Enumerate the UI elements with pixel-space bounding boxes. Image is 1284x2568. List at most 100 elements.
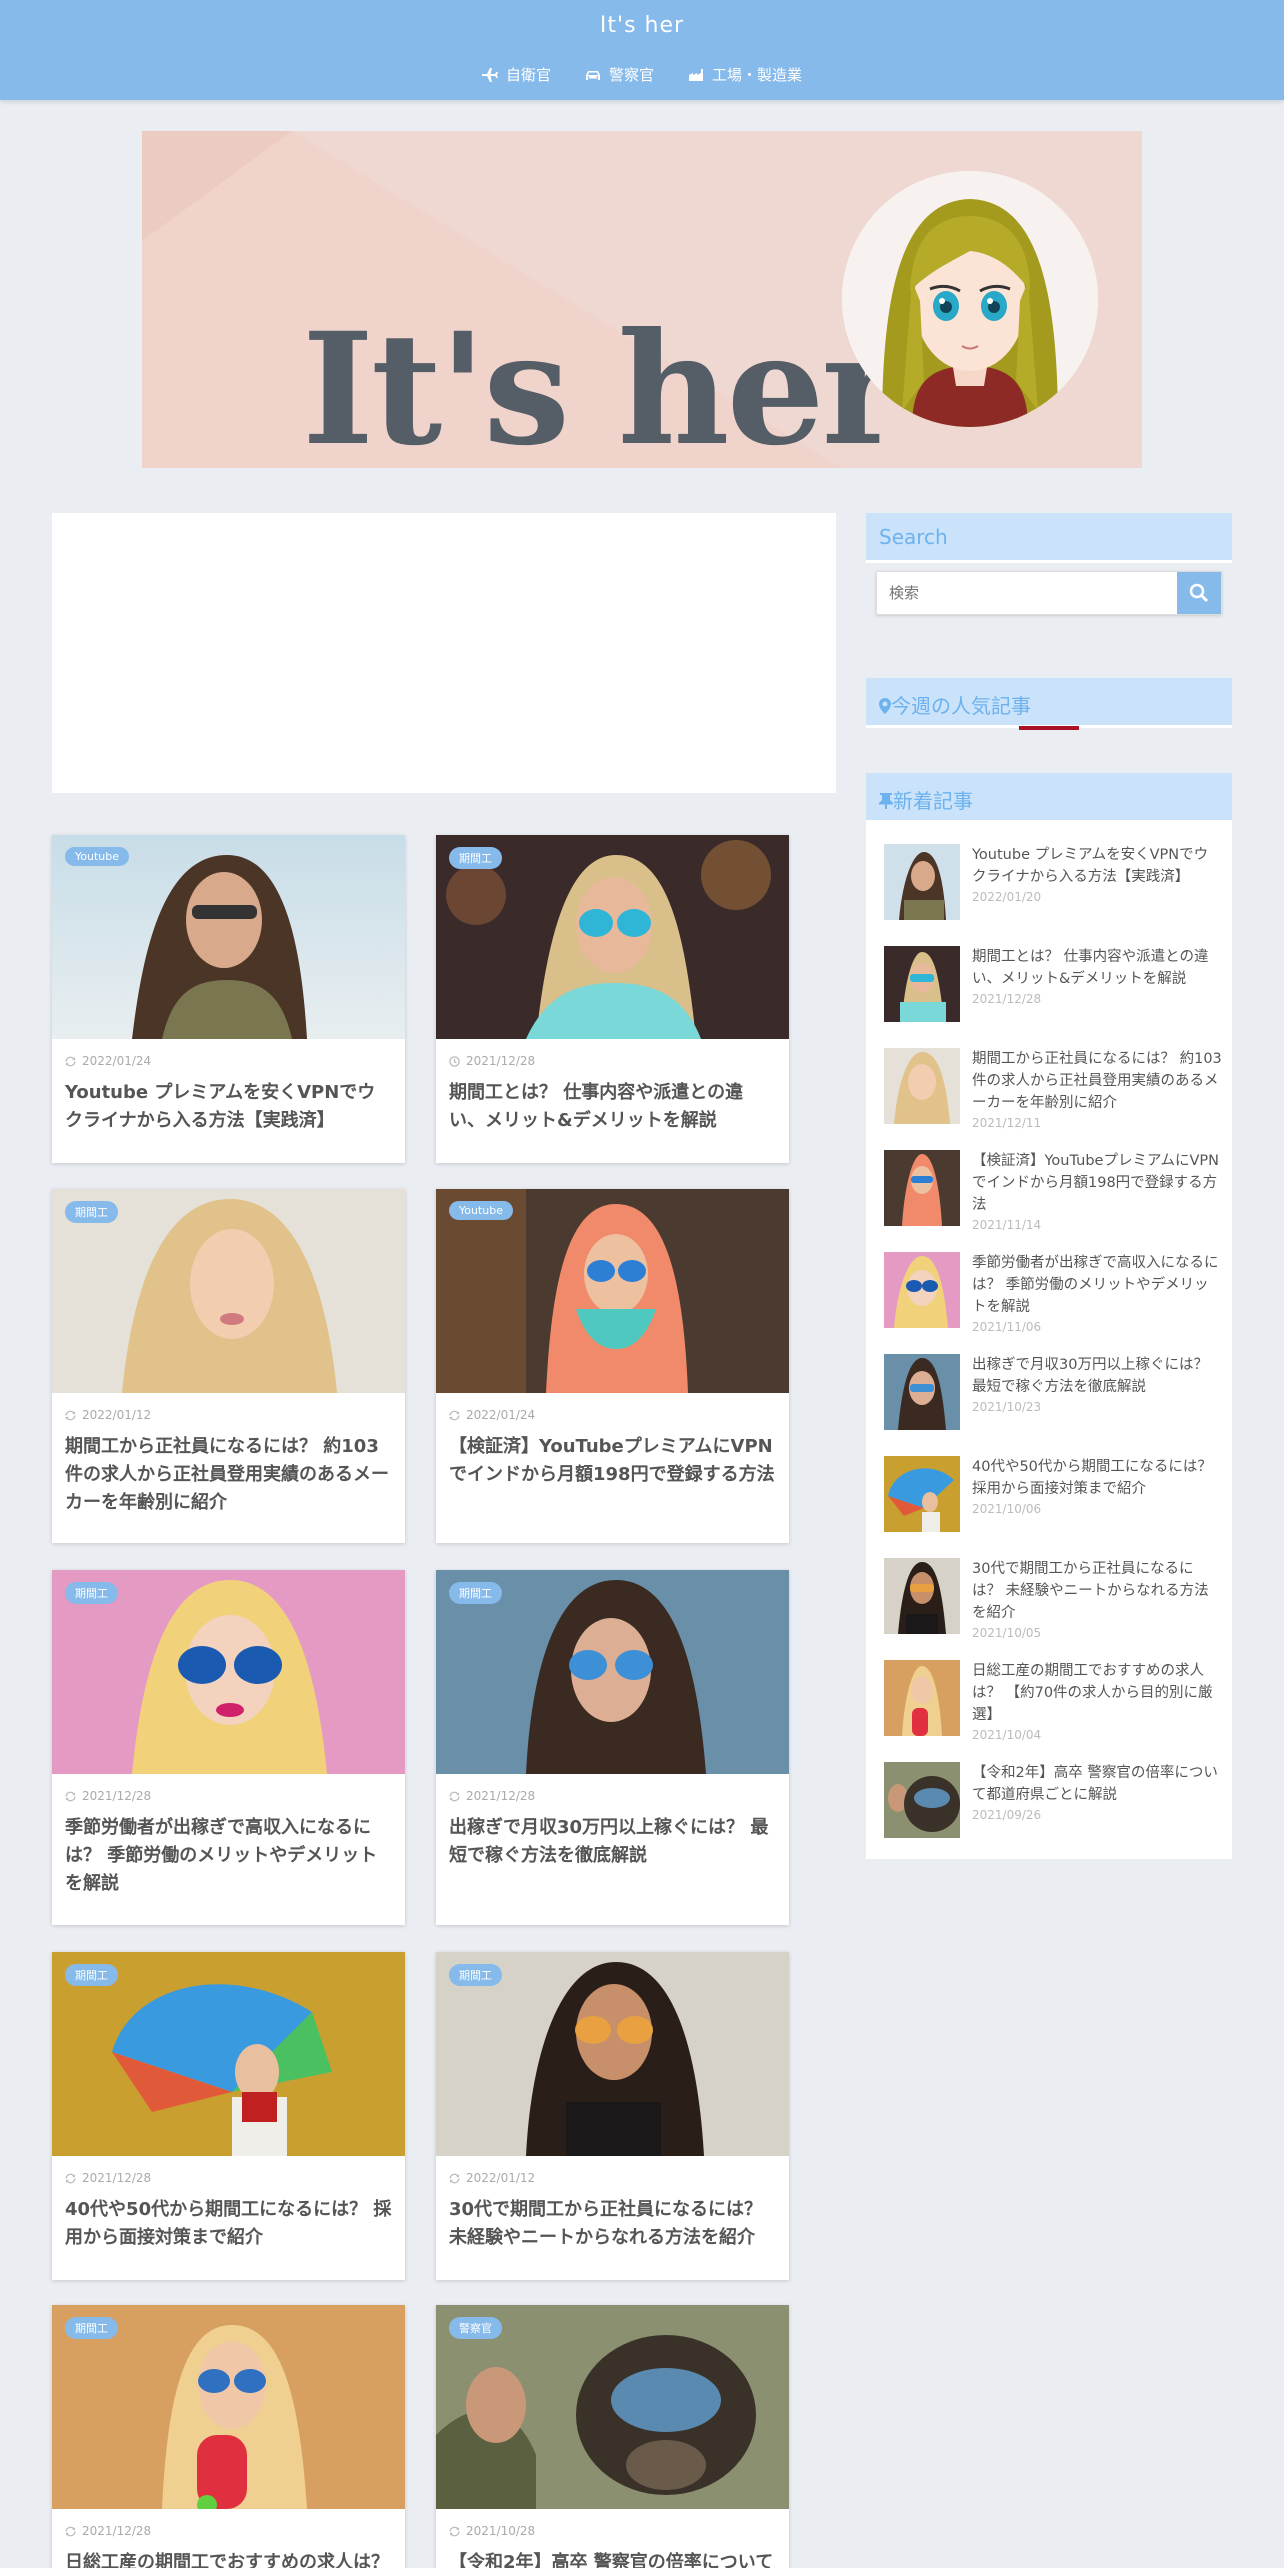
post-title[interactable]: 日総工産の期間工でおすすめの求人は？ 【約70件の求人から目的別に厳選】 (972, 1660, 1222, 1726)
category-badge[interactable]: 期間工 (449, 1582, 502, 1604)
list-item[interactable]: 40代や50代から期間工になるには？ 採用から面接対策まで紹介 2021/10/… (884, 1456, 1224, 1536)
search-button[interactable] (1177, 572, 1221, 614)
category-badge[interactable]: 警察官 (449, 2317, 502, 2339)
post-title[interactable]: 40代や50代から期間工になるには？ 採用から面接対策まで紹介 (972, 1456, 1222, 1500)
factory-icon (689, 68, 703, 81)
nav-item-factory[interactable]: 工場・製造業 (688, 64, 802, 85)
article-title[interactable]: 季節労働者が出稼ぎで高収入になるには？ 季節労働のメリットやデメリットを解説 (65, 1814, 393, 1898)
post-thumbnail (884, 1150, 960, 1226)
article-card[interactable]: 期間工 2021/12/28 季節労働者が出稼ぎで高収入になるには？ 季節労働の… (52, 1570, 405, 1925)
article-card[interactable]: 期間工 2021/12/28 40代や50代から期間工になるには？ 採用から面接… (52, 1952, 405, 2280)
list-item[interactable]: 日総工産の期間工でおすすめの求人は？ 【約70件の求人から目的別に厳選】 202… (884, 1660, 1224, 1742)
refresh-icon (65, 2173, 76, 2183)
article-thumbnail: 期間工 (52, 2305, 405, 2509)
new-posts-list: Youtube プレミアムを安くVPNでウクライナから入る方法【実践済】 202… (866, 822, 1232, 1859)
article-card[interactable]: Youtube 2022/01/24 【検証済】YouTubeプレミアムにVPN… (436, 1189, 789, 1543)
refresh-icon (449, 2526, 460, 2536)
list-item[interactable]: 出稼ぎで月収30万円以上稼ぐには？ 最短で稼ぐ方法を徹底解説 2021/10/2… (884, 1354, 1224, 1434)
post-title[interactable]: 期間工とは？ 仕事内容や派遣との違い、メリット&デメリットを解説 (972, 946, 1222, 990)
post-date-text: 2021/12/28 (82, 2524, 152, 2538)
article-thumbnail: 期間工 (436, 1570, 789, 1774)
list-item[interactable]: 【検証済】YouTubeプレミアムにVPNでインドから月額198円で登録する方法… (884, 1150, 1224, 1232)
post-title[interactable]: 季節労働者が出稼ぎで高収入になるには？ 季節労働のメリットやデメリットを解説 (972, 1252, 1222, 1318)
article-title[interactable]: 【令和2年】高卒 警察官の倍率について (449, 2549, 777, 2568)
article-card[interactable]: 期間工 2021/12/28 出稼ぎで月収30万円以上稼ぐには？ 最短で稼ぐ方法… (436, 1570, 789, 1925)
article-thumbnail: Youtube (436, 1189, 789, 1393)
post-date: 2022/01/24 (65, 1054, 151, 1068)
list-item[interactable]: 期間工から正社員になるには？ 約103件の求人から正社員登用実績のあるメーカーを… (884, 1048, 1224, 1130)
article-card[interactable]: 期間工 2022/01/12 期間工から正社員になるには？ 約103件の求人から… (52, 1189, 405, 1543)
article-title[interactable]: Youtube プレミアムを安くVPNでウクライナから入る方法【実践済】 (65, 1079, 393, 1135)
article-thumbnail: 期間工 (436, 1952, 789, 2156)
list-item[interactable]: 期間工とは？ 仕事内容や派遣との違い、メリット&デメリットを解説 2021/12… (884, 946, 1224, 1026)
post-title[interactable]: 【令和2年】高卒 警察官の倍率について都道府県ごとに解説 (972, 1762, 1222, 1806)
site-title[interactable]: It's her (0, 13, 1284, 38)
article-card[interactable]: 警察官 2021/10/28 【令和2年】高卒 警察官の倍率について (436, 2305, 789, 2568)
article-title[interactable]: 【検証済】YouTubeプレミアムにVPNでインドから月額198円で登録する方法 (449, 1433, 777, 1489)
post-thumbnail (884, 1558, 960, 1634)
refresh-icon (65, 1410, 76, 1420)
post-date-text: 2022/01/12 (82, 1408, 152, 1422)
post-title[interactable]: 30代で期間工から正社員になるには？ 未経験やニートからなれる方法を紹介 (972, 1558, 1222, 1624)
new-posts-widget-label: 新着記事 (893, 789, 973, 813)
category-badge[interactable]: 期間工 (449, 1964, 502, 1986)
category-badge[interactable]: 期間工 (65, 1201, 118, 1223)
category-badge[interactable]: 期間工 (65, 1582, 118, 1604)
list-item[interactable]: 季節労働者が出稼ぎで高収入になるには？ 季節労働のメリットやデメリットを解説 2… (884, 1252, 1224, 1334)
search-input[interactable] (877, 572, 1177, 614)
article-card[interactable]: 期間工 2021/12/28 期間工とは？ 仕事内容や派遣との違い、メリット&デ… (436, 835, 789, 1163)
list-item[interactable]: 【令和2年】高卒 警察官の倍率について都道府県ごとに解説 2021/09/26 (884, 1762, 1224, 1842)
post-date: 2021/10/04 (972, 1728, 1042, 1742)
car-icon (585, 70, 600, 80)
search-icon (1189, 583, 1209, 603)
post-date: 2021/10/28 (449, 2524, 535, 2538)
category-badge[interactable]: 期間工 (449, 847, 502, 869)
post-date: 2022/01/12 (449, 2171, 535, 2185)
refresh-icon (449, 2173, 460, 2183)
post-date: 2021/11/06 (972, 1320, 1042, 1334)
nav-label: 警察官 (608, 66, 654, 84)
category-badge[interactable]: 期間工 (65, 1964, 118, 1986)
article-title[interactable]: 日総工産の期間工でおすすめの求人は？ (65, 2549, 393, 2568)
post-thumbnail (884, 844, 960, 920)
airplane-icon (481, 67, 498, 82)
article-title[interactable]: 期間工から正社員になるには？ 約103件の求人から正社員登用実績のあるメーカーを… (65, 1433, 393, 1517)
post-date: 2021/12/11 (972, 1116, 1042, 1130)
article-title[interactable]: 40代や50代から期間工になるには？ 採用から面接対策まで紹介 (65, 2196, 393, 2252)
nav-item-keisatsukan[interactable]: 警察官 (585, 64, 654, 85)
article-thumbnail: 期間工 (52, 1952, 405, 2156)
hero-title: It's her (302, 299, 903, 468)
ad-space (52, 513, 836, 793)
nav-item-jieikan[interactable]: 自衛官 (481, 64, 551, 85)
article-thumbnail: Youtube (52, 835, 405, 1039)
article-thumbnail: 警察官 (436, 2305, 789, 2509)
post-date: 2021/10/23 (972, 1400, 1042, 1414)
post-title[interactable]: 【検証済】YouTubeプレミアムにVPNでインドから月額198円で登録する方法 (972, 1150, 1222, 1216)
article-card[interactable]: 期間工 2021/12/28 日総工産の期間工でおすすめの求人は？ (52, 2305, 405, 2568)
search-widget-title: Search (866, 513, 1232, 563)
list-item[interactable]: 30代で期間工から正社員になるには？ 未経験やニートからなれる方法を紹介 202… (884, 1558, 1224, 1640)
post-thumbnail (884, 1762, 960, 1838)
loading-indicator (1019, 726, 1079, 730)
post-date: 2022/01/12 (65, 1408, 151, 1422)
article-title[interactable]: 30代で期間工から正社員になるには？ 未経験やニートからなれる方法を紹介 (449, 2196, 777, 2252)
post-title[interactable]: 出稼ぎで月収30万円以上稼ぐには？ 最短で稼ぐ方法を徹底解説 (972, 1354, 1222, 1398)
post-date: 2021/12/28 (449, 1054, 535, 1068)
category-badge[interactable]: 期間工 (65, 2317, 118, 2339)
clock-icon (449, 1055, 460, 1067)
post-title[interactable]: Youtube プレミアムを安くVPNでウクライナから入る方法【実践済】 (972, 844, 1222, 888)
search-widget-label: Search (879, 525, 948, 549)
post-title[interactable]: 期間工から正社員になるには？ 約103件の求人から正社員登用実績のあるメーカーを… (972, 1048, 1222, 1114)
category-badge[interactable]: Youtube (65, 847, 129, 866)
article-card[interactable]: 期間工 2022/01/12 30代で期間工から正社員になるには？ 未経験やニー… (436, 1952, 789, 2280)
list-item[interactable]: Youtube プレミアムを安くVPNでウクライナから入る方法【実践済】 202… (884, 844, 1224, 924)
pushpin-icon (879, 793, 893, 809)
category-badge[interactable]: Youtube (449, 1201, 513, 1220)
article-card[interactable]: Youtube 2022/01/24 Youtube プレミアムを安くVPNでウ… (52, 835, 405, 1163)
article-title[interactable]: 出稼ぎで月収30万円以上稼ぐには？ 最短で稼ぐ方法を徹底解説 (449, 1814, 777, 1870)
popular-widget-label: 今週の人気記事 (891, 694, 1031, 718)
hero-banner[interactable]: It's her (142, 131, 1142, 468)
article-title[interactable]: 期間工とは？ 仕事内容や派遣との違い、メリット&デメリットを解説 (449, 1079, 777, 1135)
anime-girl-avatar (842, 171, 1098, 427)
post-date-text: 2022/01/12 (466, 2171, 536, 2185)
